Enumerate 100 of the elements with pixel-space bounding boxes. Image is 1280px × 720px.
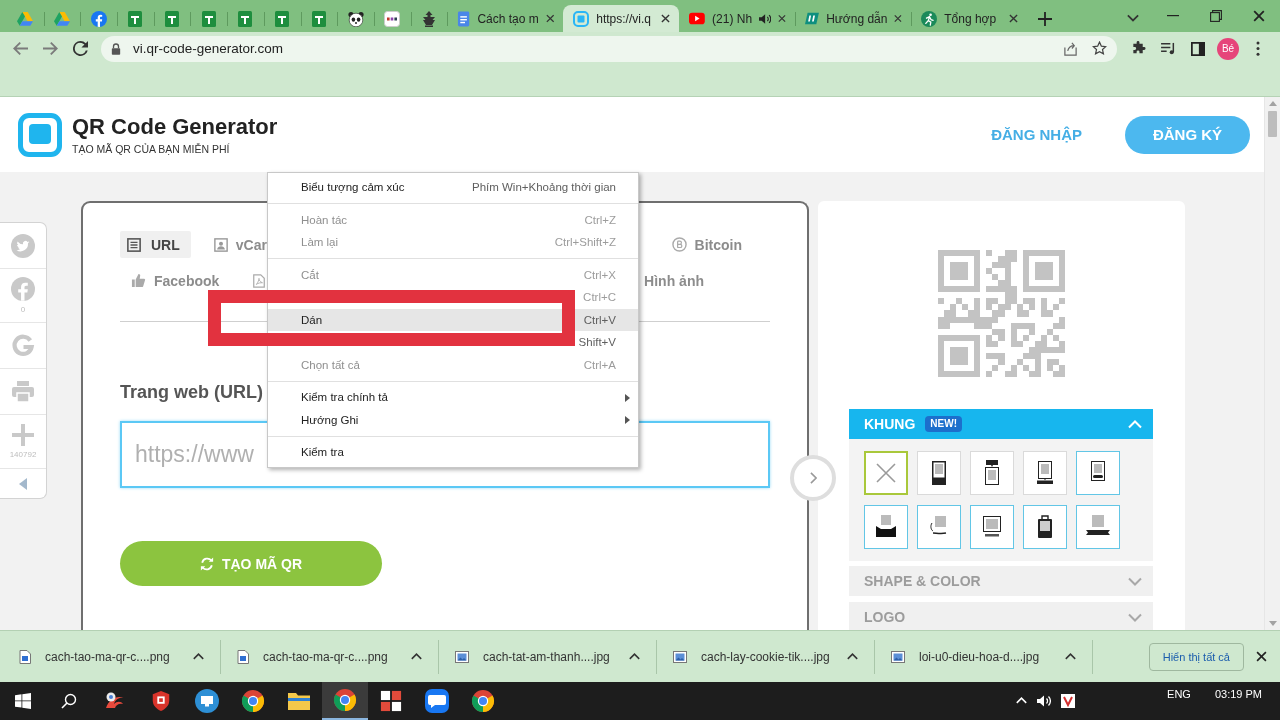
clock-time[interactable]: 03:19 PM xyxy=(1214,688,1262,700)
close-icon[interactable] xyxy=(1009,14,1019,23)
language-indicator[interactable]: ENG xyxy=(1167,688,1191,700)
accordion-header[interactable]: KHUNG NEW! xyxy=(849,409,1153,439)
puzzle-icon[interactable] xyxy=(1130,41,1146,56)
menu-item[interactable]: Hướng Ghi xyxy=(268,408,638,431)
menu-icon[interactable] xyxy=(1256,41,1260,56)
menu-item[interactable]: Shift+V xyxy=(578,336,616,349)
triangle-logo-icon xyxy=(17,11,34,26)
frame-option[interactable] xyxy=(917,451,961,495)
profile-button[interactable]: Bé xyxy=(1217,37,1239,60)
browser-tab[interactable]: Hướng dẫn xyxy=(795,5,912,32)
file-icon xyxy=(19,649,31,664)
plus-icon[interactable] xyxy=(1038,12,1053,26)
new-badge: NEW! xyxy=(925,416,962,432)
download-item[interactable]: cach-tao-ma-qr-c....png xyxy=(221,639,439,674)
minimize-icon[interactable] xyxy=(1166,15,1179,17)
shortcut-text: Ctrl+X xyxy=(583,268,616,281)
menu-item[interactable]: Kiểm tra chính tả xyxy=(268,386,638,409)
tricolor-circle-icon[interactable] xyxy=(471,689,495,713)
v-mark-icon[interactable] xyxy=(1061,694,1076,708)
share-icon[interactable] xyxy=(1063,41,1078,56)
f-logo-icon xyxy=(90,10,107,27)
close-icon[interactable] xyxy=(1256,651,1267,662)
download-item[interactable]: loi-u0-dieu-hoa-d....jpg xyxy=(875,639,1093,674)
star-icon[interactable] xyxy=(1092,41,1107,56)
side-panel-icon[interactable] xyxy=(1191,41,1205,56)
download-item[interactable]: cach-tao-ma-qr-c....png xyxy=(3,639,221,674)
share-count: 140792 xyxy=(9,450,37,459)
coin-icon xyxy=(671,237,687,252)
menu-item[interactable]: Kiểm tra xyxy=(268,441,638,464)
chevron-up-icon[interactable] xyxy=(411,652,422,661)
menu-item[interactable]: Biểu tượng cảm xúc Phím Win+Khoảng thời gian xyxy=(268,176,638,199)
document-icon xyxy=(457,10,471,27)
spreadsheet-icon xyxy=(311,10,326,27)
rounded-square-icon xyxy=(573,10,590,27)
frame-option[interactable] xyxy=(864,505,908,549)
browser-tab[interactable]: Cách tạo m xyxy=(447,5,564,32)
close-icon[interactable] xyxy=(1252,10,1265,22)
start-icon[interactable] xyxy=(15,693,31,709)
taskbar-app[interactable] xyxy=(322,682,368,720)
shortcut-text: Ctrl+Shift+Z xyxy=(554,236,616,249)
frame-option[interactable] xyxy=(1076,451,1120,495)
browser-tab[interactable]: (21) Nh xyxy=(679,5,796,32)
frame-option[interactable] xyxy=(1023,505,1067,549)
playlist-icon[interactable] xyxy=(1160,42,1176,55)
spreadsheet-icon xyxy=(128,10,143,27)
close-icon[interactable] xyxy=(661,14,671,23)
caret-right-icon xyxy=(625,393,630,402)
chevron-up-icon[interactable] xyxy=(193,652,204,661)
download-item[interactable]: cach-lay-cookie-tik....jpg xyxy=(657,639,875,674)
shortcut-text: Ctrl+A xyxy=(583,358,616,371)
browser-tab[interactable]: https://vi.q xyxy=(563,5,680,32)
spreadsheet-icon xyxy=(165,10,180,27)
chevron-up-icon[interactable] xyxy=(847,652,858,661)
site-title[interactable]: QR Code Generator xyxy=(72,113,278,140)
type-tab[interactable]: URL xyxy=(120,231,191,258)
shortcut-text: Ctrl+Z xyxy=(584,213,616,226)
reload-icon[interactable] xyxy=(72,41,88,56)
file-icon xyxy=(237,649,249,664)
frame-option[interactable] xyxy=(1023,451,1067,495)
back-arrow-icon[interactable] xyxy=(12,41,28,56)
refresh-icon xyxy=(199,556,214,571)
runner-icon xyxy=(921,10,938,27)
forward-arrow-icon[interactable] xyxy=(42,41,58,56)
address-bar[interactable]: vi.qr-code-generator.com xyxy=(101,35,1117,62)
frame-option[interactable] xyxy=(1076,505,1120,549)
document-icon xyxy=(252,273,267,288)
square-tile-icon xyxy=(384,10,401,27)
search-icon[interactable] xyxy=(61,693,77,709)
monitor-icon[interactable] xyxy=(195,689,219,713)
play-logo-icon xyxy=(689,12,706,25)
browser-tab[interactable]: Tổng hợp xyxy=(911,5,1028,32)
show-all-button[interactable]: Hiển thị tất cả xyxy=(1148,642,1244,671)
shield-icon[interactable] xyxy=(150,690,172,712)
spreadsheet-icon xyxy=(275,10,290,27)
download-item[interactable]: cach-tat-am-thanh....jpg xyxy=(439,639,657,674)
lock-icon[interactable] xyxy=(111,42,121,55)
emblem-icon xyxy=(420,10,437,27)
chevron-up-icon[interactable] xyxy=(629,652,640,661)
chevron-down-icon[interactable] xyxy=(1127,14,1139,22)
chat-bubble-icon[interactable] xyxy=(425,689,449,713)
tiles-icon[interactable] xyxy=(380,690,402,712)
chevron-up-icon[interactable] xyxy=(1065,652,1076,661)
frame-option[interactable] xyxy=(970,451,1014,495)
field-label: Trang web (URL) xyxy=(120,381,263,403)
tricolor-circle-icon[interactable] xyxy=(241,689,265,713)
slanted-logo-icon xyxy=(805,12,820,25)
list-icon xyxy=(127,237,141,252)
spreadsheet-icon xyxy=(201,10,216,27)
chevron-right-icon xyxy=(809,472,817,484)
close-icon[interactable] xyxy=(545,14,555,23)
menu-item[interactable]: Dán Ctrl+V xyxy=(268,308,638,331)
x-mark-icon xyxy=(876,463,896,483)
restore-icon[interactable] xyxy=(1209,10,1222,22)
scrollbar-thumb[interactable] xyxy=(1268,111,1277,137)
tricolor-circle-icon[interactable] xyxy=(333,688,357,712)
frame-option[interactable] xyxy=(970,505,1014,549)
folder-icon[interactable] xyxy=(287,691,311,711)
triangle-logo-icon xyxy=(54,11,71,26)
